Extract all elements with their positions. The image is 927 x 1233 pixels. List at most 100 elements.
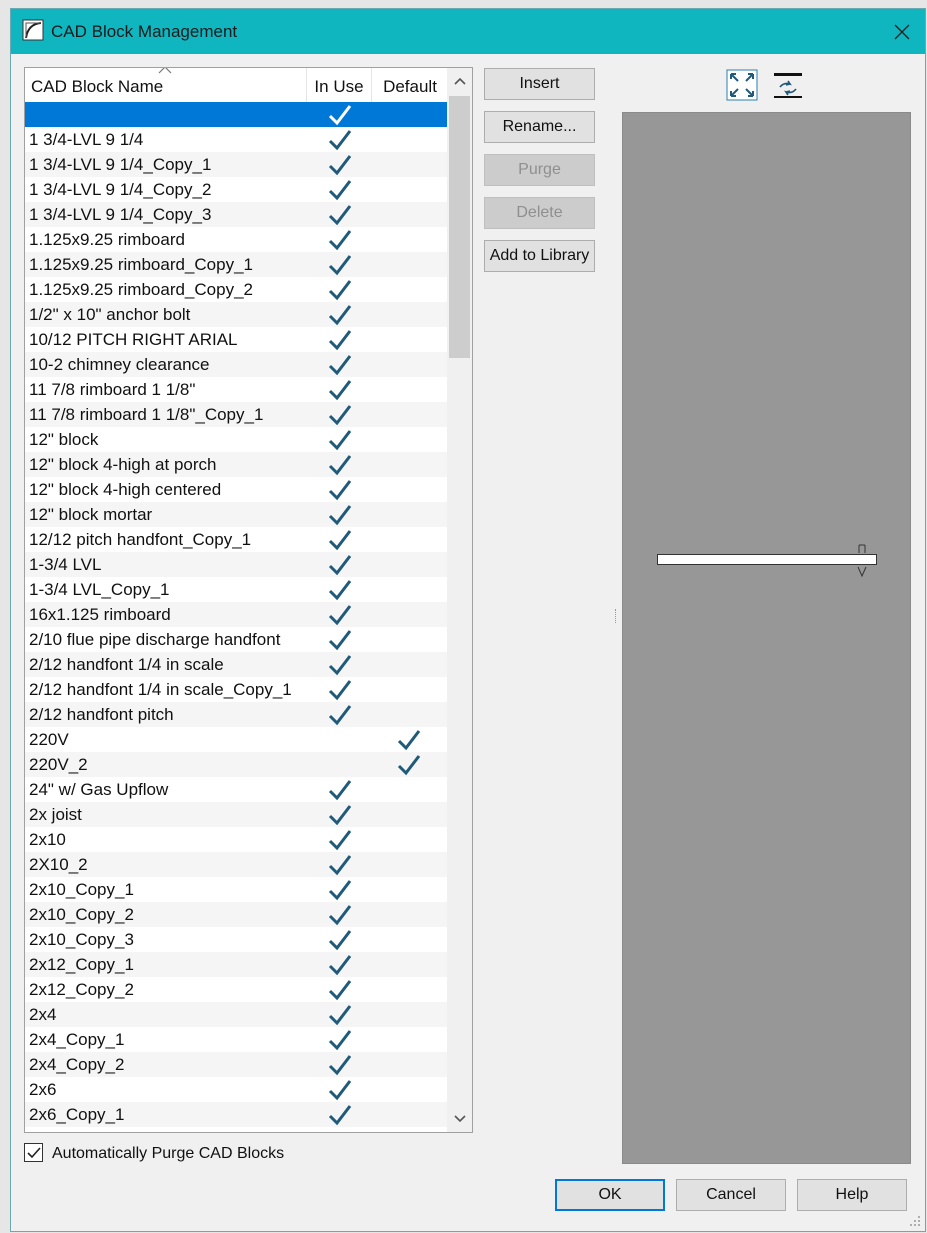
in-use-check-icon[interactable] [327, 903, 353, 927]
in-use-check-icon[interactable] [327, 828, 353, 852]
table-row[interactable]: 2/10 flue pipe discharge handfont [25, 627, 448, 652]
in-use-check-icon[interactable] [327, 528, 353, 552]
in-use-check-icon[interactable] [327, 103, 353, 127]
in-use-check-icon[interactable] [327, 878, 353, 902]
in-use-check-icon[interactable] [327, 503, 353, 527]
insert-button[interactable]: Insert [484, 68, 595, 100]
default-check-icon[interactable] [396, 753, 422, 777]
scroll-up-button[interactable] [447, 68, 472, 94]
ok-button[interactable]: OK [555, 1179, 665, 1211]
table-row[interactable]: 2x6 [25, 1077, 448, 1102]
resize-grip-icon[interactable] [909, 1215, 921, 1227]
table-row[interactable]: 2X10_2 [25, 852, 448, 877]
table-row[interactable]: 1 3/4-LVL 9 1/4_Copy_1 [25, 152, 448, 177]
in-use-check-icon[interactable] [327, 228, 353, 252]
rename-button[interactable]: Rename... [484, 111, 595, 143]
in-use-check-icon[interactable] [327, 553, 353, 577]
table-row[interactable]: 12" block 4-high at porch [25, 452, 448, 477]
cancel-button[interactable]: Cancel [676, 1179, 786, 1211]
table-row[interactable]: 2x10_Copy_2 [25, 902, 448, 927]
in-use-check-icon[interactable] [327, 403, 353, 427]
table-row[interactable]: 12" block mortar [25, 502, 448, 527]
table-row[interactable]: 2x4 [25, 1002, 448, 1027]
column-header-in-use[interactable]: In Use [307, 68, 372, 102]
table-row[interactable]: 2x12_Copy_1 [25, 952, 448, 977]
table-row[interactable]: 2x10_Copy_1 [25, 877, 448, 902]
title-bar[interactable]: CAD Block Management [11, 9, 925, 54]
purge-button[interactable]: Purge [484, 154, 595, 186]
vertical-scrollbar[interactable] [447, 68, 472, 1132]
table-row[interactable]: 1 3/4-LVL 9 1/4_Copy_3 [25, 202, 448, 227]
in-use-check-icon[interactable] [327, 678, 353, 702]
in-use-check-icon[interactable] [327, 428, 353, 452]
table-row[interactable]: 2x joist [25, 802, 448, 827]
scrollbar-thumb[interactable] [449, 96, 470, 358]
table-row[interactable]: 1.125x9.25 rimboard_Copy_2 [25, 277, 448, 302]
in-use-check-icon[interactable] [327, 653, 353, 677]
delete-button[interactable]: Delete [484, 197, 595, 229]
table-row[interactable]: 1 3/4-LVL 9 1/4 [25, 127, 448, 152]
table-row[interactable]: 11 7/8 rimboard 1 1/8" [25, 377, 448, 402]
auto-purge-label[interactable]: Automatically Purge CAD Blocks [52, 1145, 284, 1163]
in-use-check-icon[interactable] [327, 628, 353, 652]
in-use-check-icon[interactable] [327, 853, 353, 877]
auto-purge-checkbox[interactable] [24, 1143, 43, 1162]
in-use-check-icon[interactable] [327, 1003, 353, 1027]
in-use-check-icon[interactable] [327, 1078, 353, 1102]
table-row[interactable]: 2x6_Copy_1 [25, 1102, 448, 1127]
in-use-check-icon[interactable] [327, 353, 353, 377]
table-row[interactable]: 10-2 chimney clearance [25, 352, 448, 377]
add-to-library-button[interactable]: Add to Library [484, 240, 595, 272]
scroll-down-button[interactable] [447, 1106, 472, 1132]
column-header-name[interactable]: CAD Block Name [25, 68, 307, 102]
table-row[interactable]: 16x1.125 rimboard [25, 602, 448, 627]
table-row[interactable]: 2x4_Copy_1 [25, 1027, 448, 1052]
table-row[interactable]: 1 3/4-LVL 9 1/4_Copy_2 [25, 177, 448, 202]
table-row[interactable]: 1-3/4 LVL [25, 552, 448, 577]
in-use-check-icon[interactable] [327, 203, 353, 227]
in-use-check-icon[interactable] [327, 153, 353, 177]
table-row[interactable]: 12" block [25, 427, 448, 452]
table-row[interactable]: 2x10_Copy_3 [25, 927, 448, 952]
table-row[interactable]: 2/12 handfont 1/4 in scale_Copy_1 [25, 677, 448, 702]
table-row[interactable]: 1.125x9.25 rimboard [25, 227, 448, 252]
in-use-check-icon[interactable] [327, 178, 353, 202]
cad-block-list[interactable]: CAD Block Name In Use Default 1 3/4-LVL … [24, 67, 473, 1133]
in-use-check-icon[interactable] [327, 703, 353, 727]
table-row[interactable] [25, 102, 448, 127]
in-use-check-icon[interactable] [327, 953, 353, 977]
help-button[interactable]: Help [797, 1179, 907, 1211]
table-row[interactable]: 1-3/4 LVL_Copy_1 [25, 577, 448, 602]
table-row[interactable]: 12" block 4-high centered [25, 477, 448, 502]
in-use-check-icon[interactable] [327, 803, 353, 827]
table-row[interactable]: 2/12 handfont pitch [25, 702, 448, 727]
default-check-icon[interactable] [396, 728, 422, 752]
table-row[interactable]: 2x10 [25, 827, 448, 852]
in-use-check-icon[interactable] [327, 928, 353, 952]
in-use-check-icon[interactable] [327, 978, 353, 1002]
in-use-check-icon[interactable] [327, 778, 353, 802]
in-use-check-icon[interactable] [327, 578, 353, 602]
in-use-check-icon[interactable] [327, 603, 353, 627]
in-use-check-icon[interactable] [327, 328, 353, 352]
table-row[interactable]: 2x12_Copy_2 [25, 977, 448, 1002]
pane-splitter[interactable] [615, 609, 618, 623]
fit-to-window-icon[interactable] [726, 69, 758, 101]
table-row[interactable]: 1/2" x 10" anchor bolt [25, 302, 448, 327]
in-use-check-icon[interactable] [327, 378, 353, 402]
table-row[interactable]: 1.125x9.25 rimboard_Copy_1 [25, 252, 448, 277]
in-use-check-icon[interactable] [327, 278, 353, 302]
close-button[interactable] [879, 9, 925, 54]
rotate-view-icon[interactable] [772, 69, 804, 101]
in-use-check-icon[interactable] [327, 1053, 353, 1077]
in-use-check-icon[interactable] [327, 478, 353, 502]
table-row[interactable]: 10/12 PITCH RIGHT ARIAL [25, 327, 448, 352]
in-use-check-icon[interactable] [327, 128, 353, 152]
table-row[interactable]: 24" w/ Gas Upflow [25, 777, 448, 802]
in-use-check-icon[interactable] [327, 1028, 353, 1052]
table-row[interactable]: 220V [25, 727, 448, 752]
in-use-check-icon[interactable] [327, 303, 353, 327]
table-row[interactable]: 2x4_Copy_2 [25, 1052, 448, 1077]
in-use-check-icon[interactable] [327, 253, 353, 277]
table-row[interactable]: 220V_2 [25, 752, 448, 777]
